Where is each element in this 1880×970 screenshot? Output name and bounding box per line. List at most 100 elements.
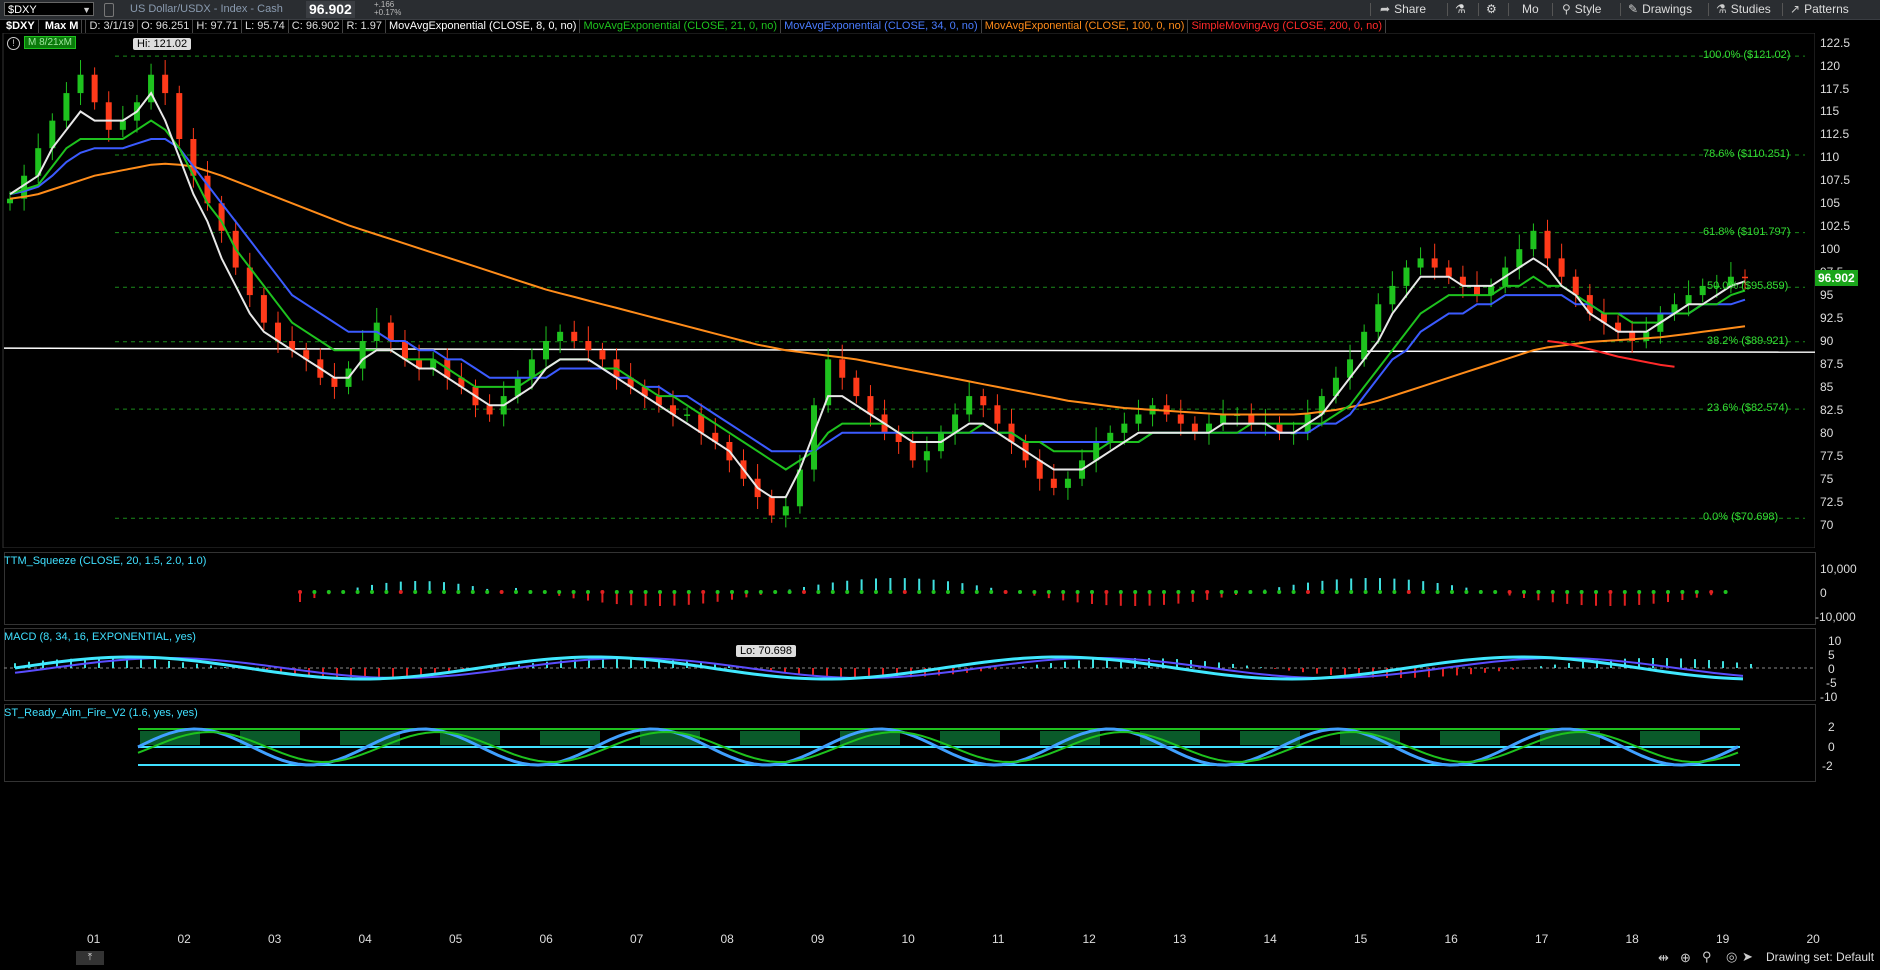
info-close: C: 96.902 (289, 19, 344, 33)
studies-icon: ⚗ (1716, 2, 1727, 16)
squeeze-dot (1622, 590, 1627, 594)
macd-chart[interactable] (0, 628, 1815, 701)
candle-body (1699, 285, 1706, 296)
squeeze-dot (341, 590, 346, 594)
candle-body (1558, 258, 1565, 277)
squeeze-dot (1018, 590, 1022, 594)
candle-body (768, 497, 775, 516)
squeeze-dot (1536, 590, 1541, 594)
candle-body (1177, 414, 1184, 424)
studies-button[interactable]: ⚗ Studies (1716, 0, 1771, 19)
squeeze-dot (1680, 590, 1685, 594)
squeeze-dot (614, 590, 619, 594)
price-tick: 85 (1820, 379, 1834, 394)
squeeze-dot (1003, 590, 1008, 594)
candle-body (1572, 276, 1579, 296)
gear-icon[interactable]: ⚙ (1486, 0, 1497, 19)
candle-body (923, 451, 930, 461)
squeeze-dot (830, 590, 835, 594)
squeeze-dot (1594, 590, 1598, 594)
squeeze-dot (1176, 590, 1181, 594)
price-tick: 75 (1820, 471, 1834, 486)
time-tick: 11 (992, 932, 1005, 946)
fib-label: 50.0% ($95.859) (1707, 280, 1789, 293)
price-tick: 122.5 (1820, 35, 1851, 50)
candle-body (585, 341, 592, 351)
zoom-icon[interactable]: ⚲ (1702, 949, 1712, 965)
time-tick: 06 (539, 932, 553, 946)
squeeze-dot (413, 590, 418, 594)
study-ema8-label[interactable]: MovAvgExponential (CLOSE, 8, 0, no) (386, 19, 581, 33)
raf-chart[interactable] (0, 704, 1815, 782)
candle-body (684, 414, 691, 416)
chevron-down-icon[interactable]: ▼ (82, 3, 91, 17)
time-tick: 01 (87, 932, 101, 946)
info-open: O: 96.251 (138, 19, 194, 33)
squeeze-dot (1219, 590, 1224, 594)
candle-body (909, 442, 916, 461)
link-icon[interactable] (104, 3, 114, 17)
squeeze-dot (672, 590, 677, 594)
candle-body (853, 377, 860, 397)
study-sma200-label[interactable]: SimpleMovingAvg (CLOSE, 200, 0, no) (1188, 19, 1387, 33)
candle-body (952, 414, 959, 433)
squeeze-dot (1320, 590, 1325, 594)
candle-body (1516, 249, 1523, 268)
patterns-icon: ↗ (1790, 2, 1801, 16)
price-chart[interactable] (0, 33, 1815, 548)
price-tick: 82.5 (1820, 402, 1844, 417)
squeeze-dot (1421, 590, 1426, 594)
squeeze-dot (701, 590, 706, 594)
last-price: 96.902 (306, 1, 355, 18)
raf-tick-0: 0 (1828, 740, 1835, 754)
flask-icon[interactable]: ⚗ (1455, 0, 1466, 19)
study-ema34-label[interactable]: MovAvgExponential (CLOSE, 34, 0, no) (781, 19, 982, 33)
info-low: L: 95.74 (242, 19, 289, 33)
fib-label: 100.0% ($121.02) (1703, 49, 1791, 62)
time-tick: 02 (177, 932, 191, 946)
patterns-button[interactable]: ↗ Patterns (1790, 0, 1849, 19)
candle-body (867, 396, 874, 415)
time-tick: 13 (1173, 932, 1187, 946)
squeeze-dot (744, 590, 749, 594)
squeeze-dot (1032, 590, 1037, 594)
price-tick: 70 (1820, 517, 1834, 532)
magnet-icon[interactable]: ◎ (1726, 949, 1737, 965)
drawings-button[interactable]: ✎ Drawings (1628, 0, 1692, 19)
style-button[interactable]: ⚲ Style (1562, 0, 1601, 19)
cursor-icon[interactable]: ➤ (1742, 949, 1753, 965)
price-tick: 92.5 (1820, 311, 1844, 326)
info-high: H: 97.71 (193, 19, 242, 33)
squeeze-dot (658, 590, 662, 594)
candle-body (1375, 304, 1382, 332)
fib-label: 23.6% ($82.574) (1707, 402, 1789, 415)
squeeze-dot (1392, 590, 1397, 594)
candle-body (1064, 478, 1071, 488)
crosshair-icon[interactable]: ⊕ (1680, 950, 1691, 966)
style-icon: ⚲ (1562, 2, 1571, 16)
squeeze-dot (931, 590, 936, 594)
squeeze-dot (427, 590, 432, 594)
squeeze-dot (600, 590, 605, 594)
study-ema100-label[interactable]: MovAvgExponential (CLOSE, 100, 0, no) (982, 19, 1189, 33)
info-date: D: 3/1/19 (86, 19, 139, 33)
price-tick: 117.5 (1820, 81, 1850, 96)
candle-body (543, 341, 550, 360)
high-label: Hi: 121.02 (133, 38, 192, 50)
squeeze-dot (1435, 590, 1440, 594)
squeeze-dot (586, 590, 590, 594)
squeeze-dot (499, 590, 504, 594)
share-button[interactable]: ➦ Share (1380, 0, 1426, 19)
symbol-input[interactable]: $DXY ▼ (4, 2, 94, 16)
aggregation-button[interactable]: Mo (1522, 0, 1539, 19)
pan-icon[interactable]: ⇹ (1658, 950, 1669, 966)
candle-body (105, 102, 112, 130)
study-ema21-label[interactable]: MovAvgExponential (CLOSE, 21, 0, no) (580, 19, 782, 33)
squeeze-dot (989, 590, 994, 594)
candle-body (1417, 258, 1424, 268)
drawing-set-label[interactable]: Drawing set: Default (1766, 950, 1874, 964)
fib-label: 0.0% ($70.698) (1703, 511, 1779, 524)
squeeze-chart[interactable] (0, 552, 1815, 625)
collapse-icon[interactable]: ⤒ (76, 951, 104, 965)
candle-body (331, 377, 338, 387)
